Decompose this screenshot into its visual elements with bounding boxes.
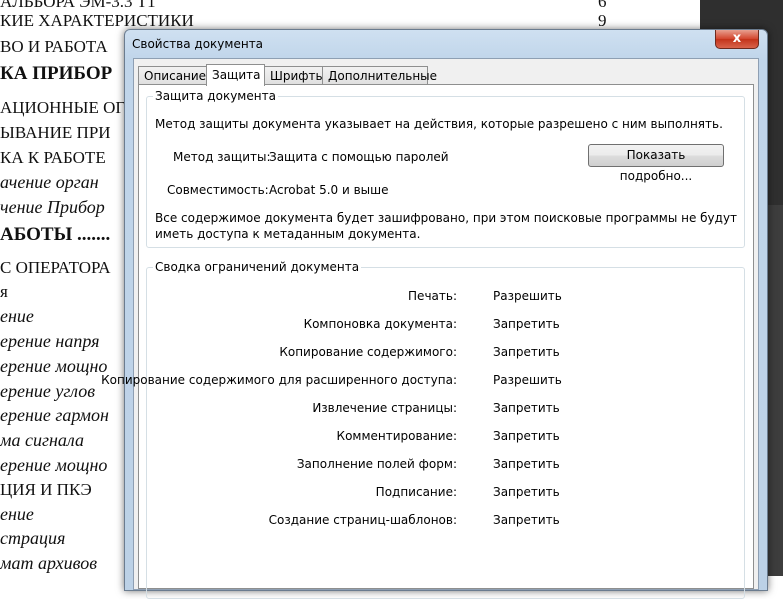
restriction-value-assembly: Запретить xyxy=(493,317,560,331)
dialog-title: Свойства документа xyxy=(132,37,264,51)
doc-line: ение xyxy=(0,306,34,326)
restriction-value-copy-accessibility: Разрешить xyxy=(493,373,562,387)
title-bar[interactable]: Свойства документа x xyxy=(125,30,767,56)
tab-description[interactable]: Описание xyxy=(138,66,207,84)
restriction-value-template-pages: Запретить xyxy=(493,513,560,527)
encryption-note-line2: иметь доступа к метаданным документа. xyxy=(155,227,421,241)
doc-line: ачение орган xyxy=(0,172,99,192)
restriction-label-commenting: Комментирование: xyxy=(336,429,457,443)
doc-line: С ОПЕРАТОРА xyxy=(0,258,111,277)
protection-group: Защита документа Метод защиты документа … xyxy=(146,89,745,248)
doc-line: ЫВАНИЕ ПРИ xyxy=(0,123,111,142)
dialog-client-area: Описание Защита Шрифты Дополнительные За… xyxy=(101,58,759,599)
restrictions-group: Сводка ограничений документа Печать: Раз… xyxy=(101,260,745,599)
restriction-value-copy: Запретить xyxy=(493,345,560,359)
restriction-value-page-extraction: Запретить xyxy=(493,401,560,415)
compat-value: Acrobat 5.0 и выше xyxy=(269,183,389,197)
close-button[interactable]: x xyxy=(715,30,759,49)
restriction-value-commenting: Запретить xyxy=(493,429,560,443)
restriction-label-copy-accessibility: Копирование содержимого для расширенного… xyxy=(101,373,457,387)
close-icon: x xyxy=(732,31,742,46)
show-details-button[interactable]: Показать подробно... xyxy=(588,144,724,183)
method-label: Метод защиты: xyxy=(173,150,271,164)
tab-advanced[interactable]: Дополнительные xyxy=(322,66,437,84)
restriction-label-copy: Копирование содержимого: xyxy=(279,345,457,359)
protection-intro: Метод защиты документа указывает на дейс… xyxy=(155,117,723,131)
restriction-value-form-filling: Запретить xyxy=(493,457,560,471)
encryption-note-line1: Все содержимое документа будет зашифрова… xyxy=(155,211,738,225)
restriction-label-page-extraction: Извлечение страницы: xyxy=(312,401,457,415)
doc-line: ма сигнала xyxy=(0,430,84,450)
page-number: 9 xyxy=(598,11,607,30)
security-panel: Защита документа Метод защиты документа … xyxy=(101,84,754,599)
doc-line: ВО И РАБОТА xyxy=(0,37,108,56)
document-properties-dialog: Свойства документа x Описание Защита Шри… xyxy=(101,29,768,599)
restriction-label-assembly: Компоновка документа: xyxy=(303,317,457,331)
doc-line: КИЕ ХАРАКТЕРИСТИКИ xyxy=(0,11,194,30)
doc-line: АБОТЫ ....... xyxy=(0,224,111,245)
doc-line: ерение углов xyxy=(0,381,96,401)
doc-line: ерение гармон xyxy=(0,405,109,425)
doc-line: ерение напря xyxy=(0,331,100,351)
doc-line: ерение мощно xyxy=(0,356,108,376)
compat-label: Совместимость: xyxy=(167,183,269,197)
doc-line: АЦИОННЫЕ ОГ xyxy=(0,98,126,117)
doc-line: КА ПРИБОР xyxy=(0,63,113,84)
protection-legend: Защита документа xyxy=(153,89,278,103)
doc-line: ЦИЯ И ПКЭ xyxy=(0,480,92,499)
doc-line: страция xyxy=(0,528,66,548)
tab-fonts[interactable]: Шрифты xyxy=(264,66,325,84)
doc-line: ение xyxy=(0,504,34,524)
doc-line: КА К РАБОТЕ xyxy=(0,148,106,167)
restriction-value-signing: Запретить xyxy=(493,485,560,499)
restriction-value-print: Разрешить xyxy=(493,289,562,303)
method-value: Защита с помощью паролей xyxy=(269,150,449,164)
doc-line: ерение мощно xyxy=(0,455,108,475)
restriction-label-print: Печать: xyxy=(408,289,457,303)
restrictions-legend: Сводка ограничений документа xyxy=(153,260,362,274)
restriction-label-form-filling: Заполнение полей форм: xyxy=(296,457,457,471)
doc-line: чение Прибор xyxy=(0,197,105,217)
doc-line: я xyxy=(0,282,8,301)
restriction-label-signing: Подписание: xyxy=(375,485,457,499)
restriction-label-template-pages: Создание страниц-шаблонов: xyxy=(268,513,457,527)
tab-security[interactable]: Защита xyxy=(206,64,265,86)
doc-line: мат архивов xyxy=(0,553,98,573)
